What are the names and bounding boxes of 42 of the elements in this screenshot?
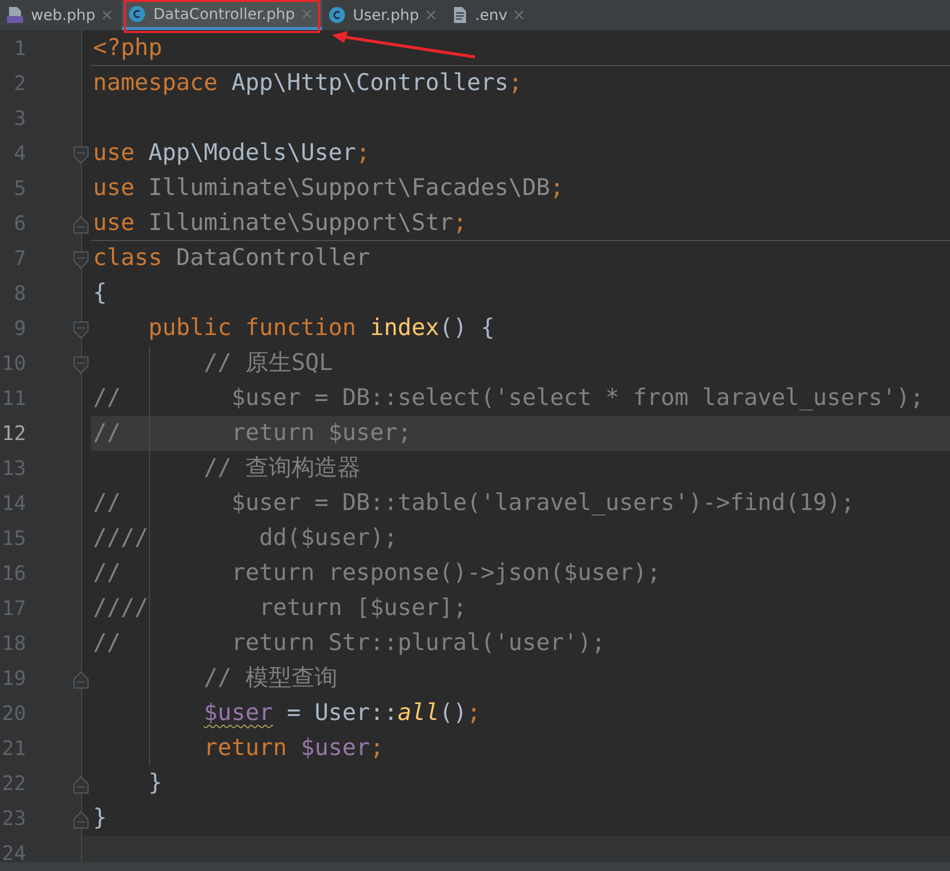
code-line: use Illuminate\Support\Str; [91,206,950,241]
class-icon [128,4,146,22]
code-line: // $user = DB::table('laravel_users')->find(19); [91,486,950,521]
unfold-icon[interactable] [73,671,89,689]
unfold-icon[interactable] [73,216,89,234]
fold-icon[interactable] [73,146,89,164]
code-line: $user = User::all(); [91,696,950,731]
code-line: // 模型查询 [91,661,950,696]
code-line: // $user = DB::select('select * from laravel_users'); [91,381,950,416]
code-line: // 原生SQL [91,346,950,381]
code-line: return $user; [91,731,950,766]
code-line: { [92,279,108,308]
code-line: // return Str::plural('user'); [91,626,950,661]
code-line: class DataController [92,244,371,273]
fold-icon[interactable] [73,356,89,374]
code-line: // 查询构造器 [91,451,950,486]
unfold-icon[interactable] [73,811,89,829]
file-icon [452,6,468,24]
editor-tab[interactable]: .env [446,0,534,30]
editor-tab[interactable]: DataController.php [122,0,322,30]
code-line: <?php [91,31,950,66]
editor-tab[interactable]: User.php [322,0,446,30]
code-line: //// dd($user); [91,521,950,556]
code-line: // return response()->json($user); [91,556,950,591]
code-line: public function index() { [147,314,496,343]
code-line: //// return [$user]; [91,591,950,626]
close-icon[interactable] [426,10,436,20]
code-line: use App\Models\User; [92,139,371,168]
code-line: use Illuminate\Support\Facades\DB; [92,174,565,203]
class-icon [328,6,346,24]
php-file-icon [6,6,24,24]
editor-tab[interactable]: web.php [0,0,122,30]
code-line: namespace App\Http\Controllers; [92,69,524,98]
fold-icon[interactable] [73,321,89,339]
unfold-icon[interactable] [73,776,89,794]
fold-icon[interactable] [73,251,89,269]
line-number: 12 [0,421,26,445]
code-line: } [147,769,164,798]
close-icon[interactable] [302,8,312,18]
close-icon[interactable] [102,10,112,20]
close-icon[interactable] [514,10,524,20]
code-line: } [92,804,108,833]
